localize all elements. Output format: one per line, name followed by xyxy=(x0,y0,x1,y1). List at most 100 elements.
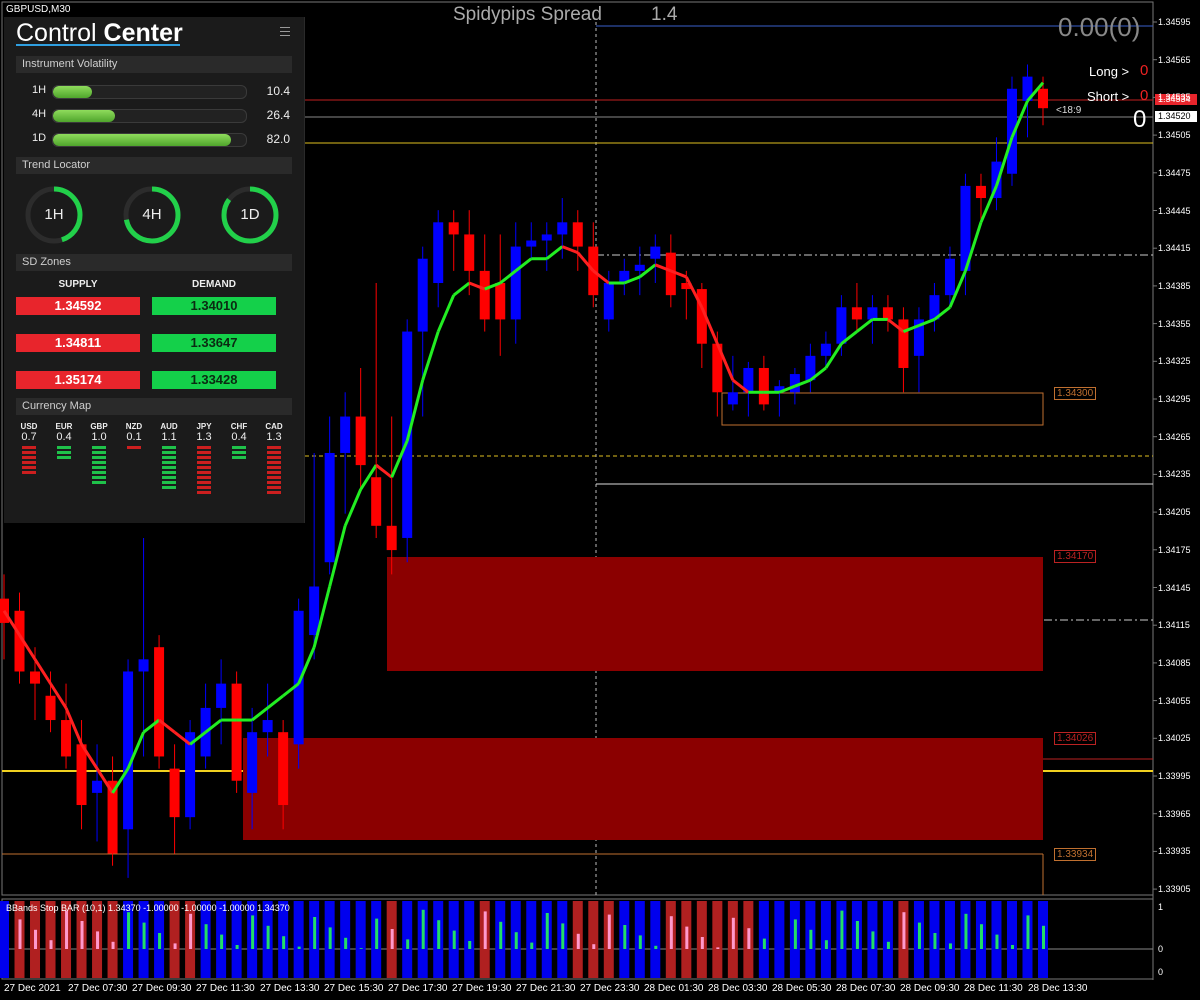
indicator-bar xyxy=(1006,901,1017,978)
indicator-histogram xyxy=(266,925,270,949)
control-center-panel: Control Center Instrument Volatility Tre… xyxy=(4,17,305,523)
volatility-fill xyxy=(53,134,231,146)
currency-bars xyxy=(57,446,71,459)
candle-body xyxy=(867,307,878,320)
indicator-histogram xyxy=(328,927,332,949)
candle-body xyxy=(402,331,413,538)
indicator-histogram xyxy=(762,938,766,949)
strength-bar xyxy=(197,481,211,484)
price-tick: 1.34565 xyxy=(1158,54,1191,65)
indicator-histogram xyxy=(127,912,131,949)
currency-value: 1.3 xyxy=(196,431,212,443)
short-value: 0 xyxy=(1140,87,1149,104)
price-tick: 1.34295 xyxy=(1158,394,1191,404)
ma-segment xyxy=(561,245,579,255)
volatility-bar xyxy=(52,109,247,123)
zone-label: 1.34026 xyxy=(1054,732,1097,745)
candle-body xyxy=(324,452,335,563)
time-tick: 27 Dec 17:30 xyxy=(388,983,448,994)
strength-bar xyxy=(92,446,106,449)
volatility-header: Instrument Volatility xyxy=(16,56,292,73)
zone-label: 1.34300 xyxy=(1054,387,1097,400)
candle-body xyxy=(836,307,847,344)
candle-body xyxy=(572,222,583,247)
price-axis xyxy=(1153,21,1157,890)
strength-bar xyxy=(267,491,281,494)
indicator-histogram xyxy=(747,928,751,949)
currency-name: GBP xyxy=(90,422,108,431)
candle-body xyxy=(433,222,444,284)
time-tick: 27 Dec 13:30 xyxy=(260,983,320,994)
strength-bar xyxy=(162,456,176,459)
currency-column: JPY 1.3 xyxy=(189,422,219,496)
currency-bars xyxy=(92,446,106,484)
price-tick: 1.34055 xyxy=(1158,695,1191,706)
strength-bar xyxy=(92,481,106,484)
indicator-histogram xyxy=(158,933,162,949)
time-tick: 27 Dec 07:30 xyxy=(68,983,128,994)
candle-body xyxy=(464,234,475,271)
indicator-histogram xyxy=(607,914,611,949)
indicator-bar xyxy=(588,901,599,978)
candle-body xyxy=(448,222,459,235)
price-tick: 1.34235 xyxy=(1158,469,1191,480)
candle-body xyxy=(340,416,351,453)
strength-bar xyxy=(197,466,211,469)
indicator-histogram xyxy=(1010,945,1014,949)
currency-value: 0.1 xyxy=(126,431,142,443)
strength-bar xyxy=(267,481,281,484)
strength-bar xyxy=(267,446,281,449)
strength-bar xyxy=(22,456,36,459)
currency-value: 0.4 xyxy=(56,431,72,443)
short-label[interactable]: Short > xyxy=(1087,89,1129,104)
profit-loss: 0.00(0) xyxy=(1058,12,1141,42)
currency-name: USD xyxy=(20,422,38,431)
long-label[interactable]: Long > xyxy=(1089,64,1129,79)
indicator-histogram xyxy=(1026,915,1030,949)
indicator-histogram xyxy=(251,915,255,949)
indicator-histogram xyxy=(142,922,146,949)
indicator-bar xyxy=(712,901,723,978)
indicator-histogram xyxy=(623,925,627,949)
supply-level: 1.34811 xyxy=(16,334,140,352)
strength-bar xyxy=(162,466,176,469)
currency-column: GBP 1.0 xyxy=(84,422,114,486)
demand-level: 1.33428 xyxy=(152,371,276,389)
supply-level: 1.35174 xyxy=(16,371,140,389)
strength-bar xyxy=(267,451,281,454)
strength-bar xyxy=(197,476,211,479)
strength-bar xyxy=(267,461,281,464)
long-value: 0 xyxy=(1140,62,1149,79)
price-tick: 1.34355 xyxy=(1158,318,1191,329)
indicator-histogram xyxy=(483,911,487,949)
strength-bar xyxy=(267,456,281,459)
time-tick: 27 Dec 21:30 xyxy=(516,983,576,994)
price-tick: 1.33935 xyxy=(1158,846,1191,857)
currency-value: 1.1 xyxy=(161,431,177,443)
indicator-histogram xyxy=(669,916,673,949)
indicator-histogram xyxy=(700,937,704,949)
indicator-bar xyxy=(526,901,537,978)
indicator-histogram xyxy=(313,917,317,949)
price-tick: 1.34535 xyxy=(1158,92,1191,103)
bid-price-tag: 1.34520 xyxy=(1155,111,1197,122)
strength-bar xyxy=(92,461,106,464)
indicator-bar xyxy=(464,901,475,978)
trend-header: Trend Locator xyxy=(16,157,292,174)
indicator-histogram xyxy=(406,939,410,949)
candle-timer: <18:9 xyxy=(1056,105,1082,116)
strength-bar xyxy=(57,446,71,449)
currency-name: JPY xyxy=(196,422,212,431)
menu-icon[interactable] xyxy=(280,24,290,39)
indicator-histogram xyxy=(49,940,53,949)
strength-bar xyxy=(232,451,246,454)
candle-body xyxy=(650,246,661,259)
candle-body xyxy=(1038,88,1048,109)
indicator-histogram xyxy=(344,937,348,949)
strength-bar xyxy=(92,456,106,459)
time-tick: 28 Dec 01:30 xyxy=(644,983,704,994)
strength-bar xyxy=(22,451,36,454)
ma-segment xyxy=(855,318,874,333)
strength-bar xyxy=(162,481,176,484)
supply-zone xyxy=(243,738,1043,840)
